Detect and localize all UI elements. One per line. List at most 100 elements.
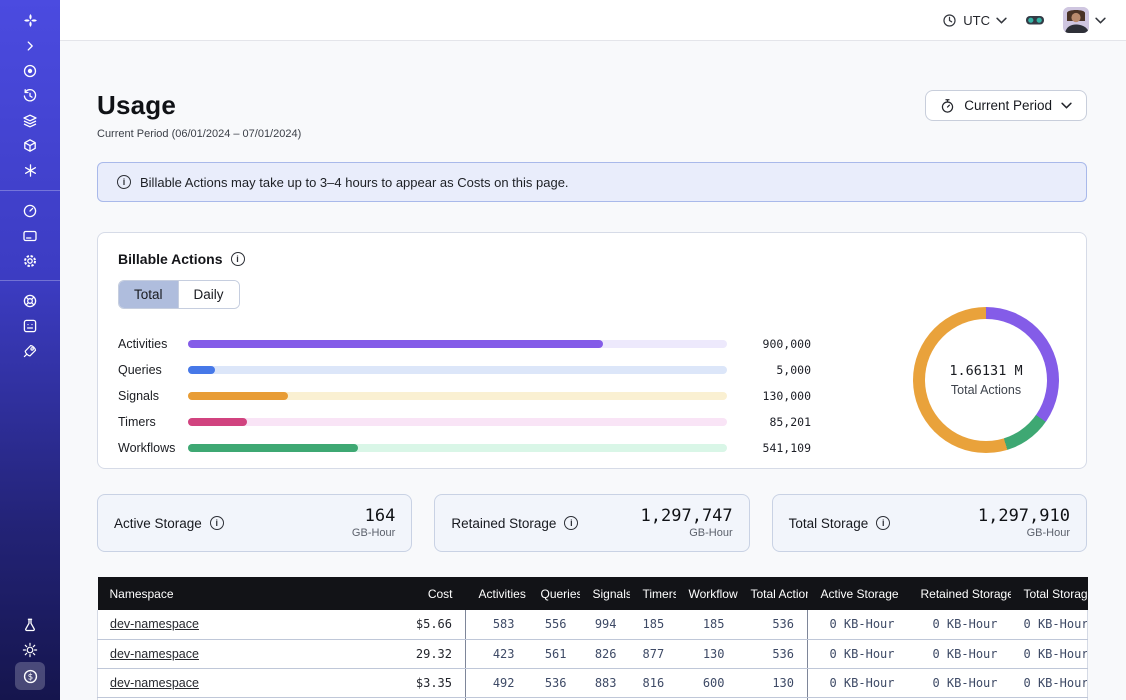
table-row: dev-namespace 29.32 423 561 826 877 130 … [98,639,1088,668]
cell-total-storage: 0 KB-Hour [1011,639,1088,668]
billable-actions-card: Billable Actions i Total Daily Activitie… [97,232,1087,469]
bar-label: Signals [118,389,188,403]
namespace-link[interactable]: dev-namespace [110,647,199,661]
storage-card-value: 164 [352,507,395,527]
tab-total[interactable]: Total [119,281,178,308]
namespace-link[interactable]: dev-namespace [110,617,199,631]
col-timers: Timers [630,577,676,610]
card-icon[interactable] [14,223,46,248]
cell-signals: 994 [580,610,630,639]
spiral-icon[interactable] [14,58,46,83]
col-active-storage: Active Storage [808,577,908,610]
chevron-down-icon [1061,102,1072,109]
storage-card-value: 1,297,910 [978,507,1070,527]
gauge-icon[interactable] [14,198,46,223]
namespace-link[interactable]: dev-namespace [110,676,199,690]
cell-timers: 185 [630,610,676,639]
cell-activities: 583 [466,610,528,639]
lifebuoy-icon[interactable] [14,288,46,313]
sidebar-divider [0,190,60,191]
page-title: Usage [97,90,301,121]
donut-center-sublabel: Total Actions [951,383,1021,397]
asterisk-icon[interactable] [14,158,46,183]
main-content: Usage Current Period (06/01/2024 – 07/01… [60,41,1126,700]
cell-cost: 29.32 [398,639,466,668]
bar-value: 900,000 [739,337,811,351]
cell-queries: 536 [528,668,580,697]
history-clock-icon[interactable] [14,83,46,108]
bar-label: Activities [118,337,188,351]
info-icon[interactable]: i [231,252,245,266]
bar-track [188,392,727,400]
table-row: dev-namespace $3.35 492 536 883 816 600 … [98,668,1088,697]
clock-icon [942,13,957,28]
layers-icon[interactable] [14,108,46,133]
banner-text: Billable Actions may take up to 3–4 hour… [140,175,569,190]
sun-icon[interactable] [14,637,46,662]
cell-active-storage: 0 KB-Hour [808,610,908,639]
flask-icon[interactable] [14,612,46,637]
account-menu[interactable] [1063,7,1106,33]
feedback-icon[interactable] [14,313,46,338]
bar-label: Queries [118,363,188,377]
col-workflows: Workflows [676,577,738,610]
col-total-storage: Total Storage [1011,577,1088,610]
chevron-down-icon [996,17,1007,24]
cell-workflows: 600 [676,668,738,697]
chevron-right-icon[interactable] [14,33,46,58]
bar-label: Workflows [118,441,188,455]
rocket-icon[interactable] [14,338,46,363]
cell-signals: 883 [580,668,630,697]
col-signals: Signals [580,577,630,610]
svg-text:$: $ [27,672,32,682]
tab-daily[interactable]: Daily [178,281,239,308]
dollar-coin-icon[interactable]: $ [15,662,45,690]
sidebar: $ [0,0,60,700]
bar-track [188,444,727,452]
bar-row-queries: Queries 5,000 [118,357,811,383]
storage-card-unit: GB-Hour [978,527,1070,539]
timezone-selector[interactable]: UTC [942,13,1007,28]
table-row: dev-namespace $5.66 583 556 994 185 185 … [98,610,1088,639]
timezone-label: UTC [963,13,990,28]
col-cost: Cost [398,577,466,610]
cell-total-actions: 130 [738,668,808,697]
info-icon[interactable]: i [117,175,131,189]
info-icon[interactable]: i [876,516,890,530]
topbar: UTC [60,0,1126,41]
goggles-icon[interactable] [1025,13,1045,27]
period-dropdown-button[interactable]: Current Period [925,90,1087,121]
storage-card-label: Total Storage [789,516,869,531]
cell-activities: 492 [466,668,528,697]
bar-label: Timers [118,415,188,429]
cell-activities: 423 [466,639,528,668]
cell-workflows: 130 [676,639,738,668]
gear-icon[interactable] [14,248,46,273]
temporal-logo[interactable] [14,8,46,33]
cell-queries: 561 [528,639,580,668]
bar-track [188,366,727,374]
bar-value: 541,109 [739,441,811,455]
bar-row-workflows: Workflows 541,109 [118,435,811,461]
total-actions-donut: 1.66131 M Total Actions [913,307,1059,453]
cell-cost: $3.35 [398,668,466,697]
bar-track [188,418,727,426]
bar-value: 130,000 [739,389,811,403]
period-label: Current Period [964,98,1052,113]
info-icon[interactable]: i [210,516,224,530]
storage-card-value: 1,297,747 [641,507,733,527]
cell-timers: 877 [630,639,676,668]
cell-retained-storage: 0 KB-Hour [908,668,1011,697]
cell-total-actions: 536 [738,639,808,668]
storage-card-unit: GB-Hour [352,527,395,539]
namespace-usage-table: Namespace Cost Activities Queries Signal… [97,577,1088,700]
col-total-actions: Total Actions [738,577,808,610]
bar-value: 5,000 [739,363,811,377]
billable-actions-title: Billable Actions [118,251,223,267]
storage-cards: Active Storage i 164 GB-Hour Retained St… [97,494,1087,552]
col-queries: Queries [528,577,580,610]
cube-icon[interactable] [14,133,46,158]
billable-bar-chart: Activities 900,000 Queries 5,000 Signals… [118,331,811,461]
col-activities: Activities [466,577,528,610]
info-icon[interactable]: i [564,516,578,530]
